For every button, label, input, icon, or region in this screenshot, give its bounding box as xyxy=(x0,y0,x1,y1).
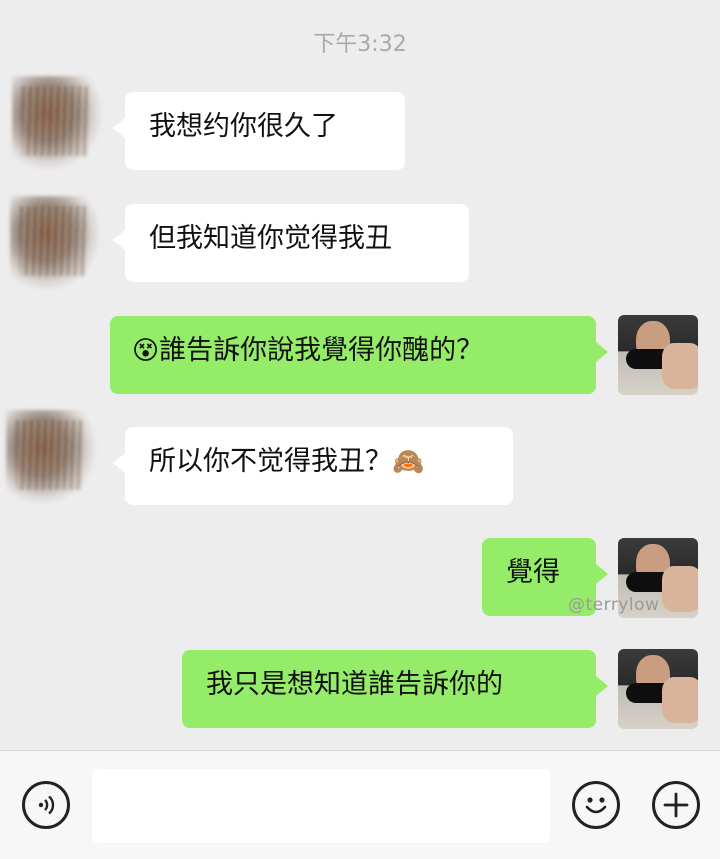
dizzy-face-icon: 😵 xyxy=(132,336,160,366)
message-bubble-outgoing[interactable]: 😵誰告訴你說我覺得你醜的？ xyxy=(110,316,608,394)
avatar-arm xyxy=(662,343,698,389)
voice-icon xyxy=(38,795,55,815)
message-text: 我想约你很久了 xyxy=(149,111,338,142)
voice-button[interactable] xyxy=(22,781,70,829)
input-toolbar xyxy=(0,750,720,859)
message-bubble-incoming[interactable]: 但我知道你觉得我丑 xyxy=(113,204,469,282)
message-bubble-outgoing[interactable]: 我只是想知道誰告訴你的 xyxy=(182,650,608,728)
watermark: @terrylow xyxy=(568,595,660,615)
message-text: 所以你不觉得我丑？ xyxy=(149,446,392,477)
timestamp: 下午3:32 xyxy=(313,32,407,57)
contact-avatar[interactable] xyxy=(6,410,96,504)
contact-avatar[interactable] xyxy=(12,76,102,170)
add-button[interactable] xyxy=(652,781,700,829)
avatar-arm xyxy=(662,566,698,612)
contact-avatar[interactable] xyxy=(10,196,100,290)
avatar-arm xyxy=(662,677,698,723)
user-avatar[interactable] xyxy=(618,315,698,395)
message-text: 我只是想知道誰告訴你的 xyxy=(206,669,503,700)
message-bubble-incoming[interactable]: 所以你不觉得我丑？🙈 xyxy=(113,427,513,505)
message-bubble-incoming[interactable]: 我想约你很久了 xyxy=(113,92,405,170)
see-no-evil-monkey-icon: 🙈 xyxy=(392,447,425,477)
user-avatar[interactable] xyxy=(618,649,698,729)
message-input[interactable] xyxy=(92,769,550,843)
plus-icon xyxy=(663,792,689,818)
message-text: 誰告訴你說我覺得你醜的？ xyxy=(159,335,484,366)
smiley-icon xyxy=(585,797,607,814)
emoji-button[interactable] xyxy=(572,781,620,829)
message-text: 但我知道你觉得我丑 xyxy=(149,223,392,254)
message-text: 覺得 xyxy=(506,557,560,588)
chat-area: 下午3:32 我想约你很久了 但我知道你觉得我丑 😵誰告訴你說我覺得你醜的？ 所… xyxy=(0,0,720,750)
